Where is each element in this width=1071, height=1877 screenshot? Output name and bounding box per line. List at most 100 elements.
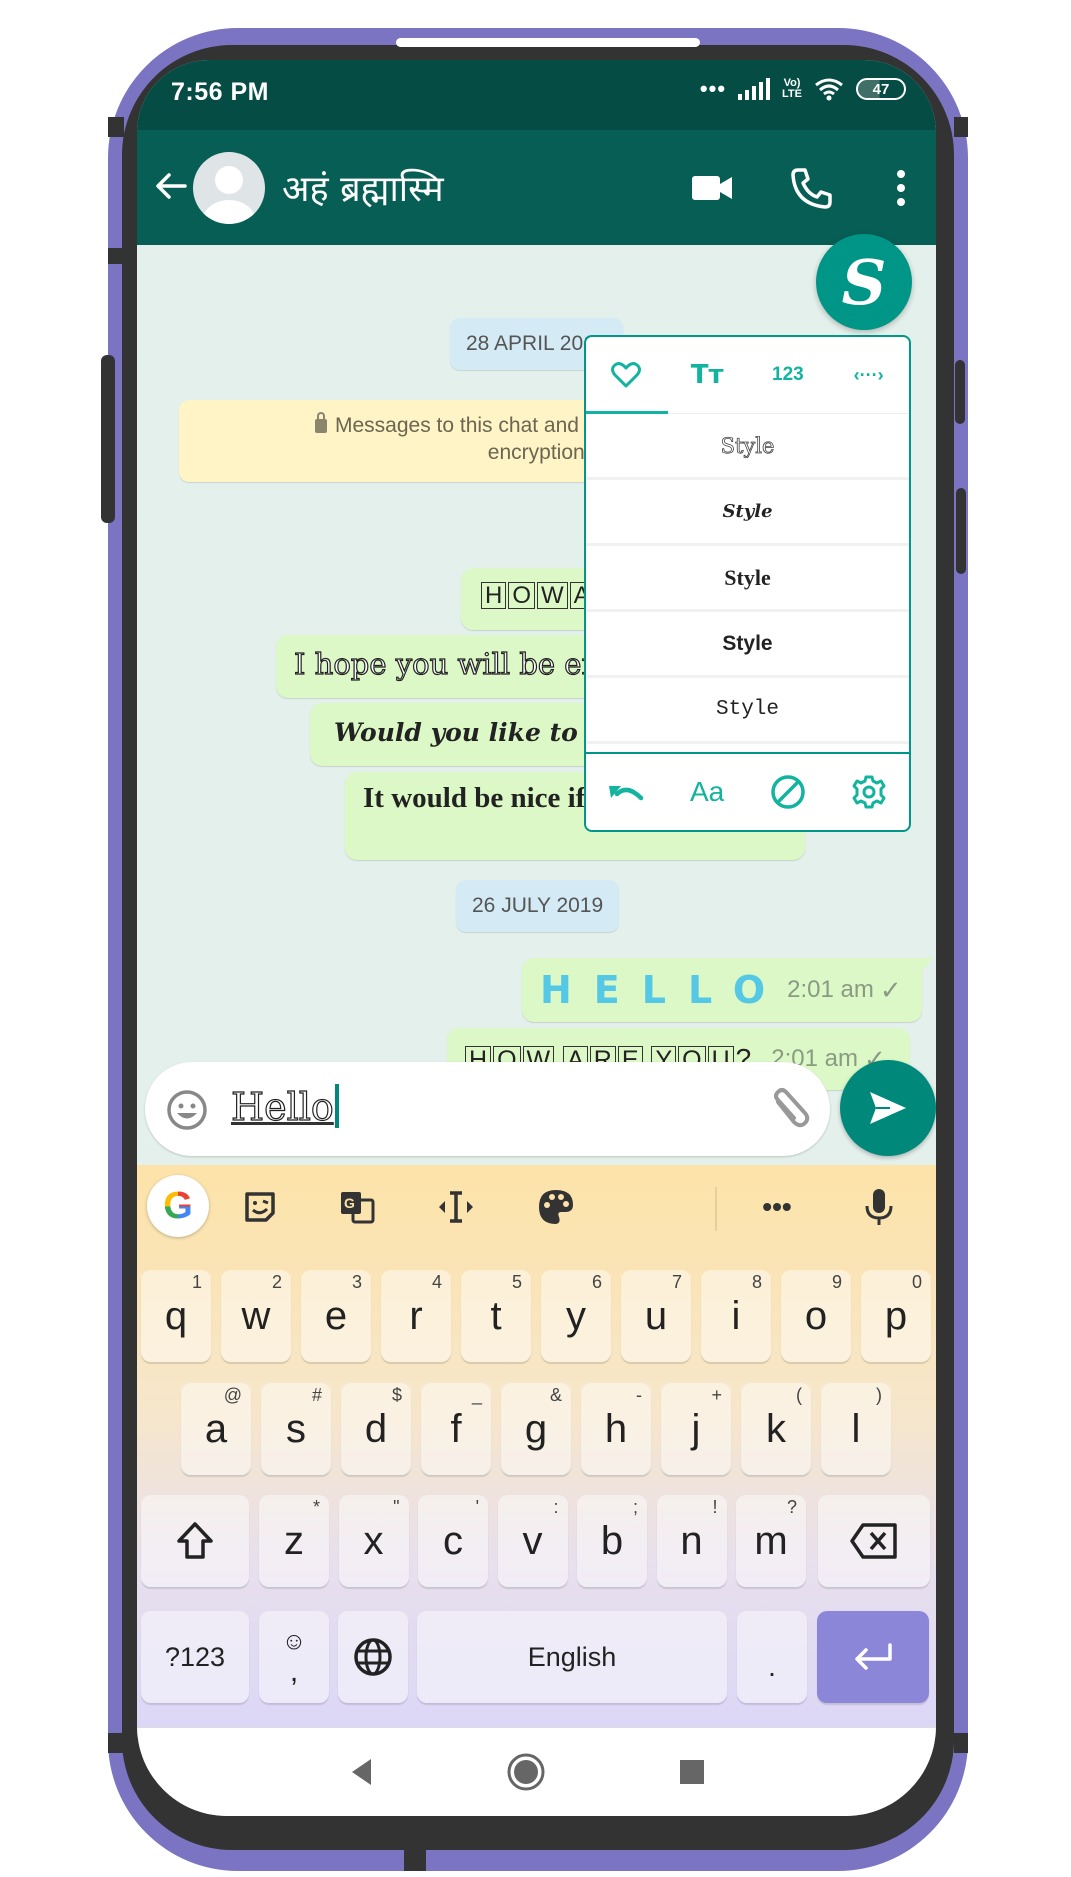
translate-icon[interactable]: G (338, 1187, 378, 1227)
key-e[interactable]: e3 (301, 1270, 371, 1362)
key-label: p (884, 1293, 908, 1338)
key-s[interactable]: s # (261, 1383, 331, 1475)
key-c[interactable]: c ' (418, 1495, 488, 1587)
undo-button[interactable] (604, 770, 648, 814)
style-option-outline[interactable]: Style (586, 414, 909, 480)
settings-button[interactable] (847, 770, 891, 814)
style-option-bold[interactable]: Style (586, 612, 909, 678)
key-a[interactable]: a @ (181, 1383, 251, 1475)
bubble-tail (920, 958, 934, 972)
keyboard: G G ••• ?123 ☺ , English . q 1 w 2 e 3 r… (137, 1165, 936, 1727)
nav-home-button[interactable] (506, 1752, 546, 1792)
key-label: s (286, 1406, 306, 1451)
key-o[interactable]: o9 (781, 1270, 851, 1362)
phone-call-icon[interactable] (789, 166, 833, 210)
nav-home-icon (507, 1753, 545, 1791)
message-input-text[interactable]: Hello (230, 1084, 339, 1130)
key-r[interactable]: r4 (381, 1270, 451, 1362)
key-label: a (204, 1406, 228, 1451)
tab-decorations[interactable]: ‹···› (828, 337, 909, 413)
key-n[interactable]: n! (656, 1495, 727, 1587)
key-d[interactable]: d $ (341, 1383, 411, 1475)
key-t[interactable]: t5 (461, 1270, 531, 1362)
space-key[interactable]: English (417, 1611, 727, 1703)
shift-key[interactable] (141, 1495, 249, 1587)
tab-favorites[interactable] (586, 337, 667, 413)
disable-button[interactable] (766, 770, 810, 814)
key-j[interactable]: j + (661, 1383, 731, 1475)
enter-icon (855, 1643, 892, 1670)
contact-name[interactable]: अहं ब्रह्मास्मि (282, 163, 444, 212)
key-h[interactable]: h- (581, 1383, 651, 1475)
nav-back-icon (352, 1759, 371, 1785)
microphone-icon[interactable] (859, 1187, 899, 1227)
style-tabs: Tт 123 ‹···› (586, 337, 909, 414)
attach-icon[interactable] (766, 1086, 812, 1132)
svg-text:G: G (344, 1195, 355, 1211)
code-brackets-icon: ‹···› (853, 364, 884, 385)
key-m[interactable]: m? (736, 1495, 806, 1587)
stylish-text-fab[interactable]: S (816, 234, 912, 330)
period-key[interactable]: . (737, 1611, 807, 1703)
google-icon[interactable]: G (147, 1175, 209, 1237)
video-call-icon[interactable] (690, 166, 734, 210)
key-p[interactable]: p0 (861, 1270, 931, 1362)
sticker-icon[interactable] (240, 1187, 280, 1227)
font-case-button[interactable]: Aa (685, 770, 729, 814)
key-w[interactable]: w2 (221, 1270, 291, 1362)
power-button (955, 360, 965, 424)
keyboard-toolbar: G G ••• (137, 1165, 936, 1260)
key-g[interactable]: g & (501, 1383, 571, 1475)
message-input[interactable]: Hello (145, 1062, 830, 1156)
key-i[interactable]: i8 (701, 1270, 771, 1362)
key-label: o (804, 1293, 828, 1338)
key-y[interactable]: y6 (541, 1270, 611, 1362)
style-option-monospace[interactable]: Style (586, 678, 909, 744)
volte-icon: Vo) LTE (782, 77, 802, 100)
more-vertical-icon[interactable] (879, 166, 923, 210)
tab-fonts[interactable]: Tт (667, 337, 748, 413)
enter-key[interactable] (817, 1611, 929, 1703)
symbols-key[interactable]: ?123 (141, 1611, 249, 1703)
key-label: g (524, 1406, 548, 1451)
emoji-comma-key[interactable]: ☺ , (259, 1611, 329, 1703)
language-key[interactable] (338, 1611, 408, 1703)
key-hint: + (711, 1385, 722, 1405)
key-f[interactable]: f _ (421, 1383, 491, 1475)
key-k[interactable]: k( (741, 1383, 811, 1475)
message-bubble[interactable]: HELLO 2:01 am ✓ (522, 958, 922, 1022)
key-u[interactable]: u7 (621, 1270, 691, 1362)
key-v[interactable]: v: (497, 1495, 568, 1587)
key-label: r (409, 1293, 423, 1338)
emoji-icon[interactable] (165, 1088, 209, 1132)
style-picker-popup: Tт 123 ‹···› Style Style Style Style Sty… (584, 335, 911, 832)
chat-area: 28 APRIL 2019 Messages to this chat and … (137, 245, 936, 1130)
message-text: I hope you will be enj (293, 646, 610, 681)
font-case-icon: Aa (690, 776, 725, 807)
backspace-key[interactable] (818, 1495, 930, 1587)
battery-icon: 47 (856, 78, 906, 100)
key-x[interactable]: x " (338, 1495, 409, 1587)
cursor-control-icon[interactable] (436, 1187, 476, 1227)
side-button (956, 488, 966, 574)
volume-button (101, 355, 115, 523)
key-z[interactable]: z * (259, 1495, 329, 1587)
key-q[interactable]: q1 (141, 1270, 211, 1362)
send-button[interactable] (840, 1060, 936, 1156)
nav-recents-button[interactable] (672, 1752, 712, 1792)
status-icons: ••• Vo) LTE 47 (700, 76, 906, 102)
key-label: v (522, 1518, 543, 1563)
nav-back-button[interactable] (341, 1752, 381, 1792)
style-option-blackletter[interactable]: Style (586, 546, 909, 612)
key-l[interactable]: l) (821, 1383, 891, 1475)
key-hint: 5 (511, 1272, 522, 1292)
key-label: z (284, 1518, 304, 1563)
more-horizontal-icon[interactable]: ••• (757, 1187, 797, 1227)
key-b[interactable]: b; (577, 1495, 647, 1587)
theme-palette-icon[interactable] (536, 1187, 576, 1227)
style-option-script[interactable]: Style (586, 480, 909, 546)
key-hint: @ (223, 1385, 242, 1405)
avatar[interactable] (193, 152, 265, 224)
back-arrow-icon[interactable] (151, 166, 191, 206)
tab-numbers[interactable]: 123 (748, 337, 829, 413)
